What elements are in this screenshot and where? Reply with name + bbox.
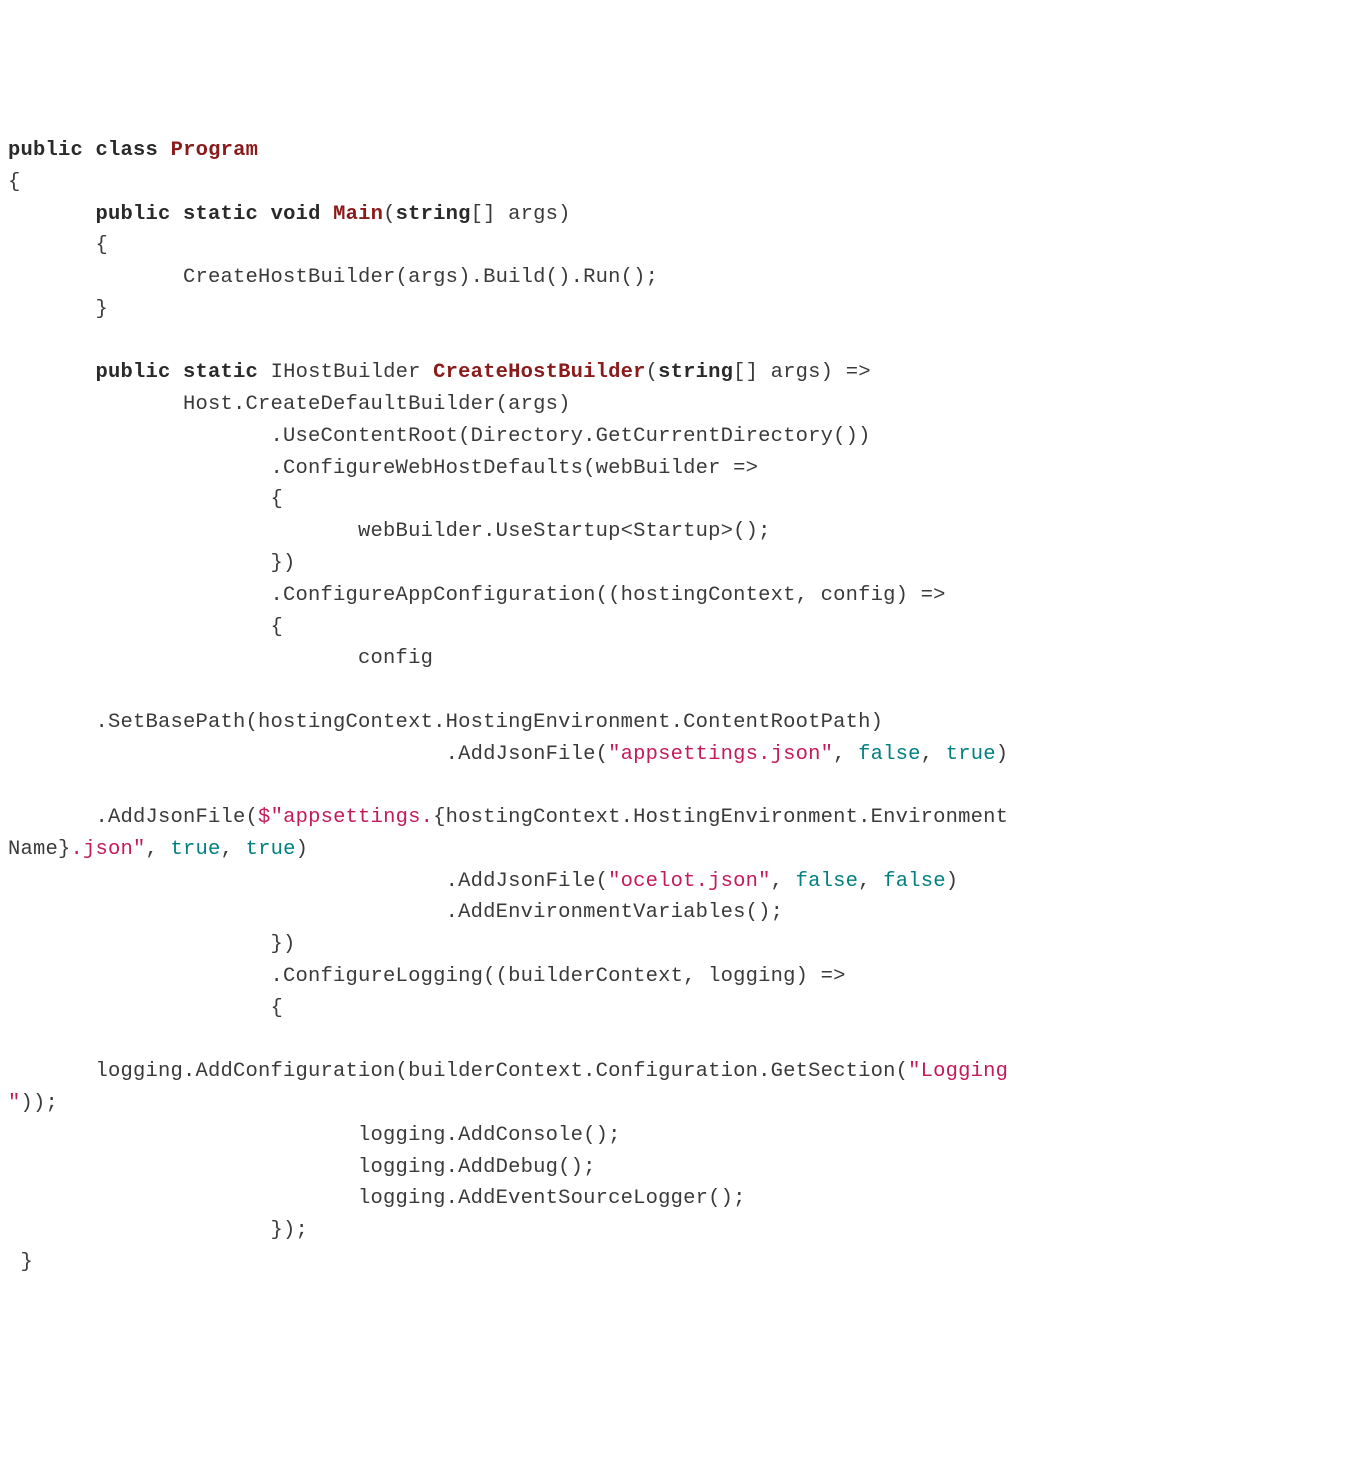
keyword-static: static [183, 203, 258, 226]
bool-true: true [171, 838, 221, 861]
keyword-static: static [183, 361, 258, 384]
string-ocelot: "ocelot.json" [608, 870, 771, 893]
type-program: Program [171, 139, 259, 162]
code-block: public class Program { public static voi… [8, 135, 1344, 1279]
bool-false: false [883, 870, 946, 893]
keyword-public: public [96, 203, 171, 226]
bool-true: true [246, 838, 296, 861]
method-main: Main [333, 203, 383, 226]
bool-false: false [796, 870, 859, 893]
string-appsettings-env-close: .json" [71, 838, 146, 861]
string-appsettings-env-open: "appsettings. [271, 806, 434, 829]
keyword-string: string [396, 203, 471, 226]
keyword-class: class [96, 139, 159, 162]
keyword-string: string [658, 361, 733, 384]
keyword-public: public [8, 139, 83, 162]
keyword-void: void [271, 203, 321, 226]
keyword-public: public [96, 361, 171, 384]
bool-false: false [858, 743, 921, 766]
bool-true: true [946, 743, 996, 766]
method-createhostbuilder: CreateHostBuilder [433, 361, 646, 384]
interp-dollar: $ [258, 806, 271, 829]
string-appsettings: "appsettings.json" [608, 743, 833, 766]
